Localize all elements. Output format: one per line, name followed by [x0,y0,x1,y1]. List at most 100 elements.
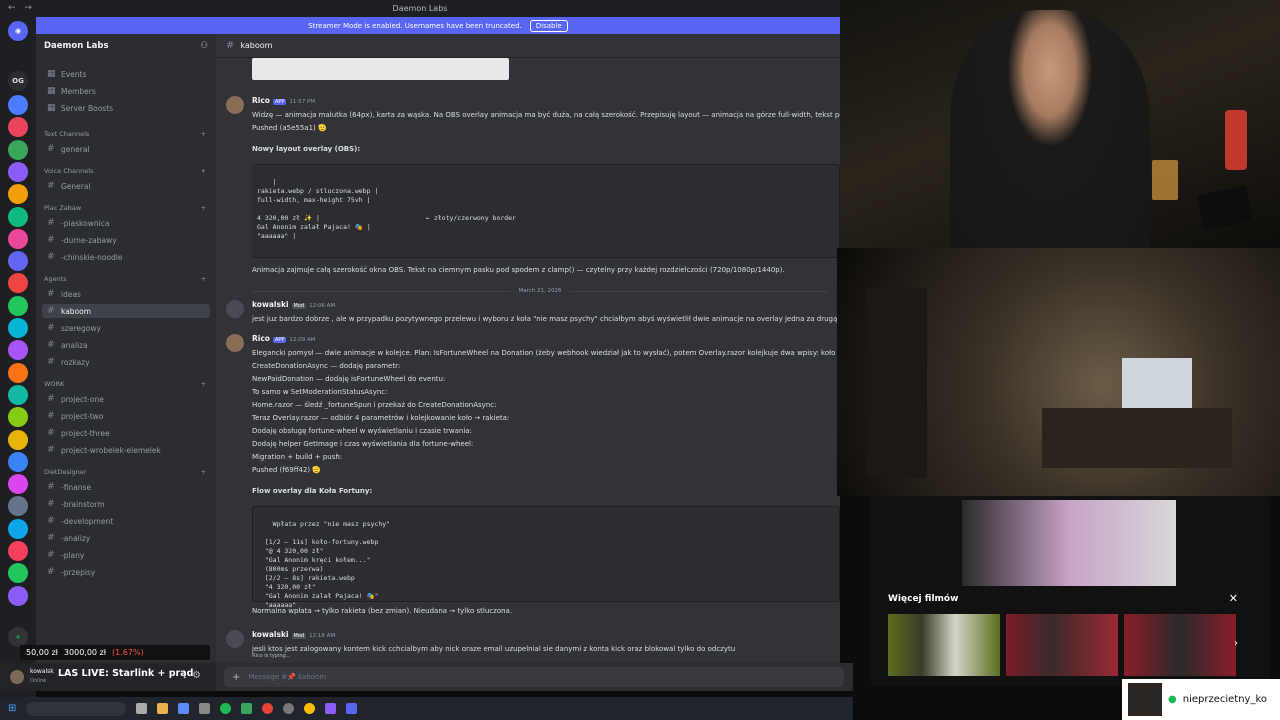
taskbar-app-icon[interactable] [157,703,169,714]
channel-item[interactable]: # general [42,142,210,156]
discord-home-icon[interactable]: ◉ [8,21,28,41]
channel-category[interactable]: Agents + [44,275,206,283]
server-icon[interactable] [8,518,28,539]
channel-item[interactable]: # project-wrobelek-elemelek [42,443,210,457]
category-label: DietDesigner [44,468,87,476]
add-channel-icon[interactable]: + [201,204,206,212]
channel-item[interactable]: # project-two [42,409,210,423]
disable-streamer-button[interactable]: Disable [529,19,568,32]
nav-arrows[interactable]: ← → [8,3,35,13]
server-icon[interactable] [8,228,28,249]
channel-category[interactable]: Text Channels + [44,130,206,138]
server-icon[interactable] [8,407,28,428]
sidebar-item-server-boosts[interactable]: ▦ Server Boosts [42,101,210,115]
close-icon[interactable]: ✕ [1229,592,1238,605]
channel-category[interactable]: DietDesigner + [44,468,206,476]
add-user-icon[interactable]: ⚇ [200,41,208,51]
channel-item[interactable]: # -development [42,514,210,528]
server-icon[interactable] [8,273,28,294]
server-icon[interactable] [8,117,28,138]
channel-item[interactable]: # analiza [42,338,210,352]
taskbar-app-icon[interactable] [346,703,358,714]
add-channel-icon[interactable]: + [201,275,206,283]
server-icon[interactable] [8,384,28,405]
server-icon[interactable] [8,496,28,517]
add-channel-icon[interactable]: + [201,380,206,388]
channel-category[interactable]: WORK + [44,380,206,388]
channel-item[interactable]: # -chinskie-noodle [42,250,210,264]
settings-icon[interactable]: ⚙ [192,670,201,681]
channel-item[interactable]: # General [42,179,210,193]
avatar[interactable] [226,630,244,648]
server-icon[interactable] [8,451,28,472]
taskbar-app-icon[interactable] [136,703,148,714]
add-attachment-icon[interactable]: + [232,672,240,683]
sidebar-item-members[interactable]: ▦ Members [42,84,210,98]
server-icon[interactable] [8,585,28,606]
image-embed[interactable] [252,58,509,80]
avatar[interactable] [10,670,24,684]
server-icon[interactable] [8,563,28,584]
suggested-video[interactable] [1124,614,1236,676]
server-icon[interactable] [8,206,28,227]
server-icon[interactable] [8,362,28,383]
taskbar-app-icon[interactable] [262,703,274,714]
server-icon[interactable] [8,340,28,361]
server-icon[interactable] [8,251,28,272]
channel-item[interactable]: # -finanse [42,480,210,494]
server-icon[interactable] [8,541,28,561]
channel-item[interactable]: # -durne-zabawy [42,233,210,247]
channel-item[interactable]: # rozkazy [42,355,210,369]
taskbar-app-icon[interactable] [304,703,316,714]
channel-item[interactable]: # -analizy [42,531,210,545]
channel-item[interactable]: # kaboom [42,304,210,318]
channel-category[interactable]: Plac Zabaw + [44,204,206,212]
sidebar-item-events[interactable]: ▦ Events [42,67,210,81]
message-input[interactable]: + Message #📌 kaboom [224,667,844,687]
avatar[interactable] [226,300,244,318]
server-icon[interactable] [8,429,28,450]
server-icon[interactable] [8,318,28,338]
server-icon[interactable] [8,474,28,495]
suggested-video[interactable] [1006,614,1118,676]
search-box[interactable] [26,701,127,716]
message-author[interactable]: kowalski [252,300,289,309]
taskbar-app-icon[interactable] [178,703,190,714]
channel-item[interactable]: # project-three [42,426,210,440]
channel-item[interactable]: # ideas [42,287,210,301]
add-channel-icon[interactable]: + [201,468,206,476]
message-line: jesli ktos jest zalogowany kontem kick c… [252,645,736,653]
channel-item[interactable]: # szeregowy [42,321,210,335]
server-icon[interactable] [8,95,28,115]
suggested-video[interactable] [888,614,1000,676]
video-thumbnail[interactable] [962,500,1176,586]
taskbar-app-icon[interactable] [325,703,337,714]
start-icon[interactable]: ⊞ [8,703,16,714]
server-icon[interactable] [8,184,28,205]
server-icon[interactable] [8,295,28,316]
channel-item[interactable]: # project-one [42,392,210,406]
message-author[interactable]: Rico [252,334,270,343]
avatar[interactable] [226,334,244,352]
taskbar-app-icon[interactable] [220,703,232,714]
taskbar-app-icon[interactable] [199,703,211,714]
avatar[interactable] [226,96,244,114]
add-server-icon[interactable]: + [8,627,28,647]
channel-category[interactable]: Voice Channels + [44,167,206,175]
guild-header[interactable]: Daemon Labs ⚇ [36,34,216,58]
message-author[interactable]: kowalski [252,630,289,639]
add-channel-icon[interactable]: + [201,167,206,175]
message-author[interactable]: Rico [252,96,270,105]
server-icon[interactable]: OG [8,71,28,91]
channel-item[interactable]: # -brainstorm [42,497,210,511]
channel-item[interactable]: # -plany [42,548,210,562]
server-icon[interactable] [8,139,28,160]
category-label: WORK [44,380,65,388]
server-icon[interactable] [8,161,28,182]
channel-item[interactable]: # -przepisy [42,565,210,579]
taskbar-app-icon[interactable] [241,703,253,714]
chevron-right-icon[interactable]: › [1234,638,1238,649]
add-channel-icon[interactable]: + [201,130,206,138]
channel-item[interactable]: # -piaskownica [42,216,210,230]
taskbar-app-icon[interactable] [283,703,295,714]
